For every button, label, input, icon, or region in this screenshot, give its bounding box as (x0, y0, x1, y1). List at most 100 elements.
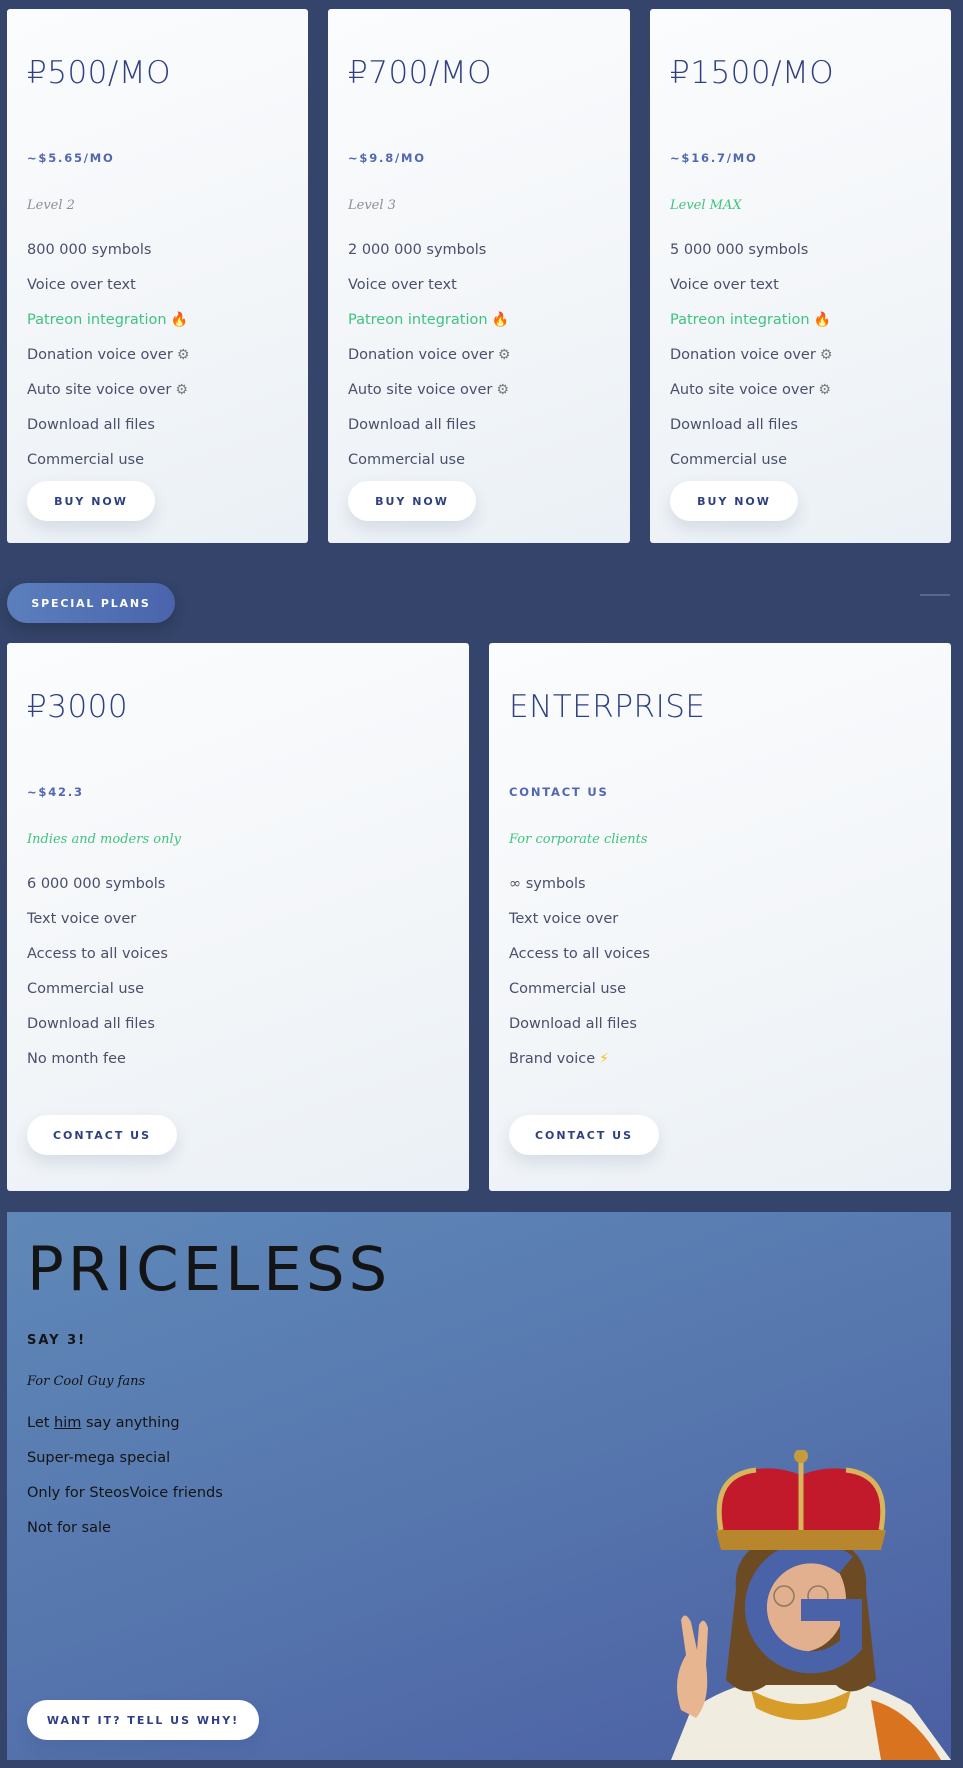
feature-item: Patreon integration 🔥 (348, 309, 510, 344)
feature-text: Access to all voices (27, 946, 168, 962)
plan-price: ENTERPRISE (509, 689, 706, 725)
feature-text: Donation voice over (348, 347, 494, 363)
feature-item: 5 000 000 symbols (670, 239, 832, 274)
plan-price: ₽1500/MO (670, 55, 835, 91)
plan-price: ₽700/MO (348, 55, 492, 91)
feature-text: Download all files (27, 1016, 155, 1032)
feature-item: No month fee (27, 1048, 168, 1083)
feature-text: 5 000 000 symbols (670, 242, 809, 258)
feature-item: Download all files (27, 1013, 168, 1048)
feature-text: Text voice over (27, 911, 137, 927)
feature-text: ∞ symbols (509, 876, 586, 892)
contact-us-button[interactable]: CONTACT US (27, 1115, 177, 1155)
feature-item: ∞ symbols (509, 873, 650, 908)
feature-item: Commercial use (509, 978, 650, 1013)
feature-text: Download all files (509, 1016, 637, 1032)
feature-text: Commercial use (27, 452, 144, 468)
feature-item: Commercial use (27, 449, 189, 484)
feature-text: 2 000 000 symbols (348, 242, 487, 258)
feature-item: Patreon integration 🔥 (27, 309, 189, 344)
feature-text: Download all files (670, 417, 798, 433)
feature-item: Donation voice over ⚙ (348, 344, 510, 379)
plan-card-1500: ₽1500/MO ~$16.7/MO Level MAX 5 000 000 symb… (650, 9, 951, 543)
feature-text: Patreon integration (27, 312, 167, 328)
feature-text: Brand voice (509, 1051, 596, 1067)
feature-text: 800 000 symbols (27, 242, 152, 258)
feature-text: Commercial use (670, 452, 787, 468)
lightning-icon: ⚡ (599, 1051, 610, 1067)
feature-item: Donation voice over ⚙ (27, 344, 189, 379)
feature-item: Not for sale (27, 1520, 111, 1536)
priceless-title: PRICELESS (27, 1234, 392, 1305)
feature-text: Auto site voice over (670, 382, 815, 398)
feature-item: Access to all voices (27, 943, 168, 978)
him-link[interactable]: him (54, 1415, 81, 1431)
feature-text: Patreon integration (670, 312, 810, 328)
plan-usd-price: ~$42.3 (27, 785, 84, 799)
feature-item: Only for SteosVoice friends (27, 1485, 223, 1501)
decorative-line (920, 594, 950, 596)
feature-item: Patreon integration 🔥 (670, 309, 832, 344)
feature-item: Text voice over (509, 908, 650, 943)
feature-item: Access to all voices (509, 943, 650, 978)
plan-card-700: ₽700/MO ~$9.8/MO Level 3 2 000 000 symbols V… (328, 9, 630, 543)
buy-now-button[interactable]: BUY NOW (27, 481, 155, 521)
buy-now-button[interactable]: BUY NOW (670, 481, 798, 521)
feature-item: Download all files (27, 414, 189, 449)
feature-text: No month fee (27, 1051, 126, 1067)
feature-item: Download all files (509, 1013, 650, 1048)
special-plans-button[interactable]: SPECIAL PLANS (7, 583, 175, 623)
fire-icon: 🔥 (813, 312, 831, 328)
feature-text: Auto site voice over (27, 382, 172, 398)
feature-text: Download all files (348, 417, 476, 433)
gear-icon: ⚙ (819, 347, 833, 363)
feature-list: 6 000 000 symbols Text voice over Access t… (27, 873, 168, 1083)
priceless-features: Let him say anything Super-mega special … (27, 1412, 223, 1552)
feature-text: Access to all voices (509, 946, 650, 962)
feature-item: 800 000 symbols (27, 239, 189, 274)
buy-now-button[interactable]: BUY NOW (348, 481, 476, 521)
feature-item: Super-mega special (27, 1450, 171, 1466)
priceless-tagline: For Cool Guy fans (27, 1374, 146, 1389)
feature-text: Donation voice over (670, 347, 816, 363)
feature-list: ∞ symbols Text voice over Access to all vo… (509, 873, 650, 1083)
gaben-crown-image (671, 1450, 951, 1760)
feature-text: Commercial use (27, 981, 144, 997)
feature-item: Commercial use (348, 449, 510, 484)
feature-item: Commercial use (27, 978, 168, 1013)
plan-level: Level MAX (670, 198, 742, 213)
feature-item: 2 000 000 symbols (348, 239, 510, 274)
gear-icon: ⚙ (176, 347, 190, 363)
plan-price: ₽3000 (27, 689, 129, 725)
plan-usd-price: ~$9.8/MO (348, 151, 426, 165)
plan-level: Level 2 (27, 198, 75, 213)
feature-text: Download all files (27, 417, 155, 433)
contact-us-button[interactable]: CONTACT US (509, 1115, 659, 1155)
feature-item: Donation voice over ⚙ (670, 344, 832, 379)
plan-level: Level 3 (348, 198, 396, 213)
feature-text: Commercial use (348, 452, 465, 468)
plan-card-500: ₽500/MO ~$5.65/MO Level 2 800 000 symbols Vo… (7, 9, 308, 543)
feature-item: Commercial use (670, 449, 832, 484)
plan-card-enterprise: ENTERPRISE CONTACT US For corporate client… (489, 643, 951, 1191)
feature-item: Voice over text (348, 274, 510, 309)
plan-level: Indies and moders only (27, 832, 181, 847)
feature-text: Voice over text (348, 277, 457, 293)
gear-icon: ⚙ (818, 382, 831, 398)
fire-icon: 🔥 (491, 312, 509, 328)
feature-item: Text voice over (27, 908, 168, 943)
feature-text: Donation voice over (27, 347, 173, 363)
feature-text: 6 000 000 symbols (27, 876, 166, 892)
plan-card-3000: ₽3000 ~$42.3 Indies and moders only 6 000 0… (7, 643, 469, 1191)
fire-icon: 🔥 (170, 312, 188, 328)
feature-item: Voice over text (670, 274, 832, 309)
feature-item: Download all files (670, 414, 832, 449)
plan-usd-price: CONTACT US (509, 785, 609, 799)
want-it-button[interactable]: WANT IT? TELL US WHY! (27, 1700, 259, 1740)
feature-item: Auto site voice over ⚙ (348, 379, 510, 414)
feature-text: Text voice over (509, 911, 619, 927)
feature-list: 2 000 000 symbols Voice over text Patreon … (348, 239, 510, 484)
plan-usd-price: ~$16.7/MO (670, 151, 758, 165)
gear-icon: ⚙ (497, 347, 511, 363)
feature-text: Voice over text (27, 277, 136, 293)
